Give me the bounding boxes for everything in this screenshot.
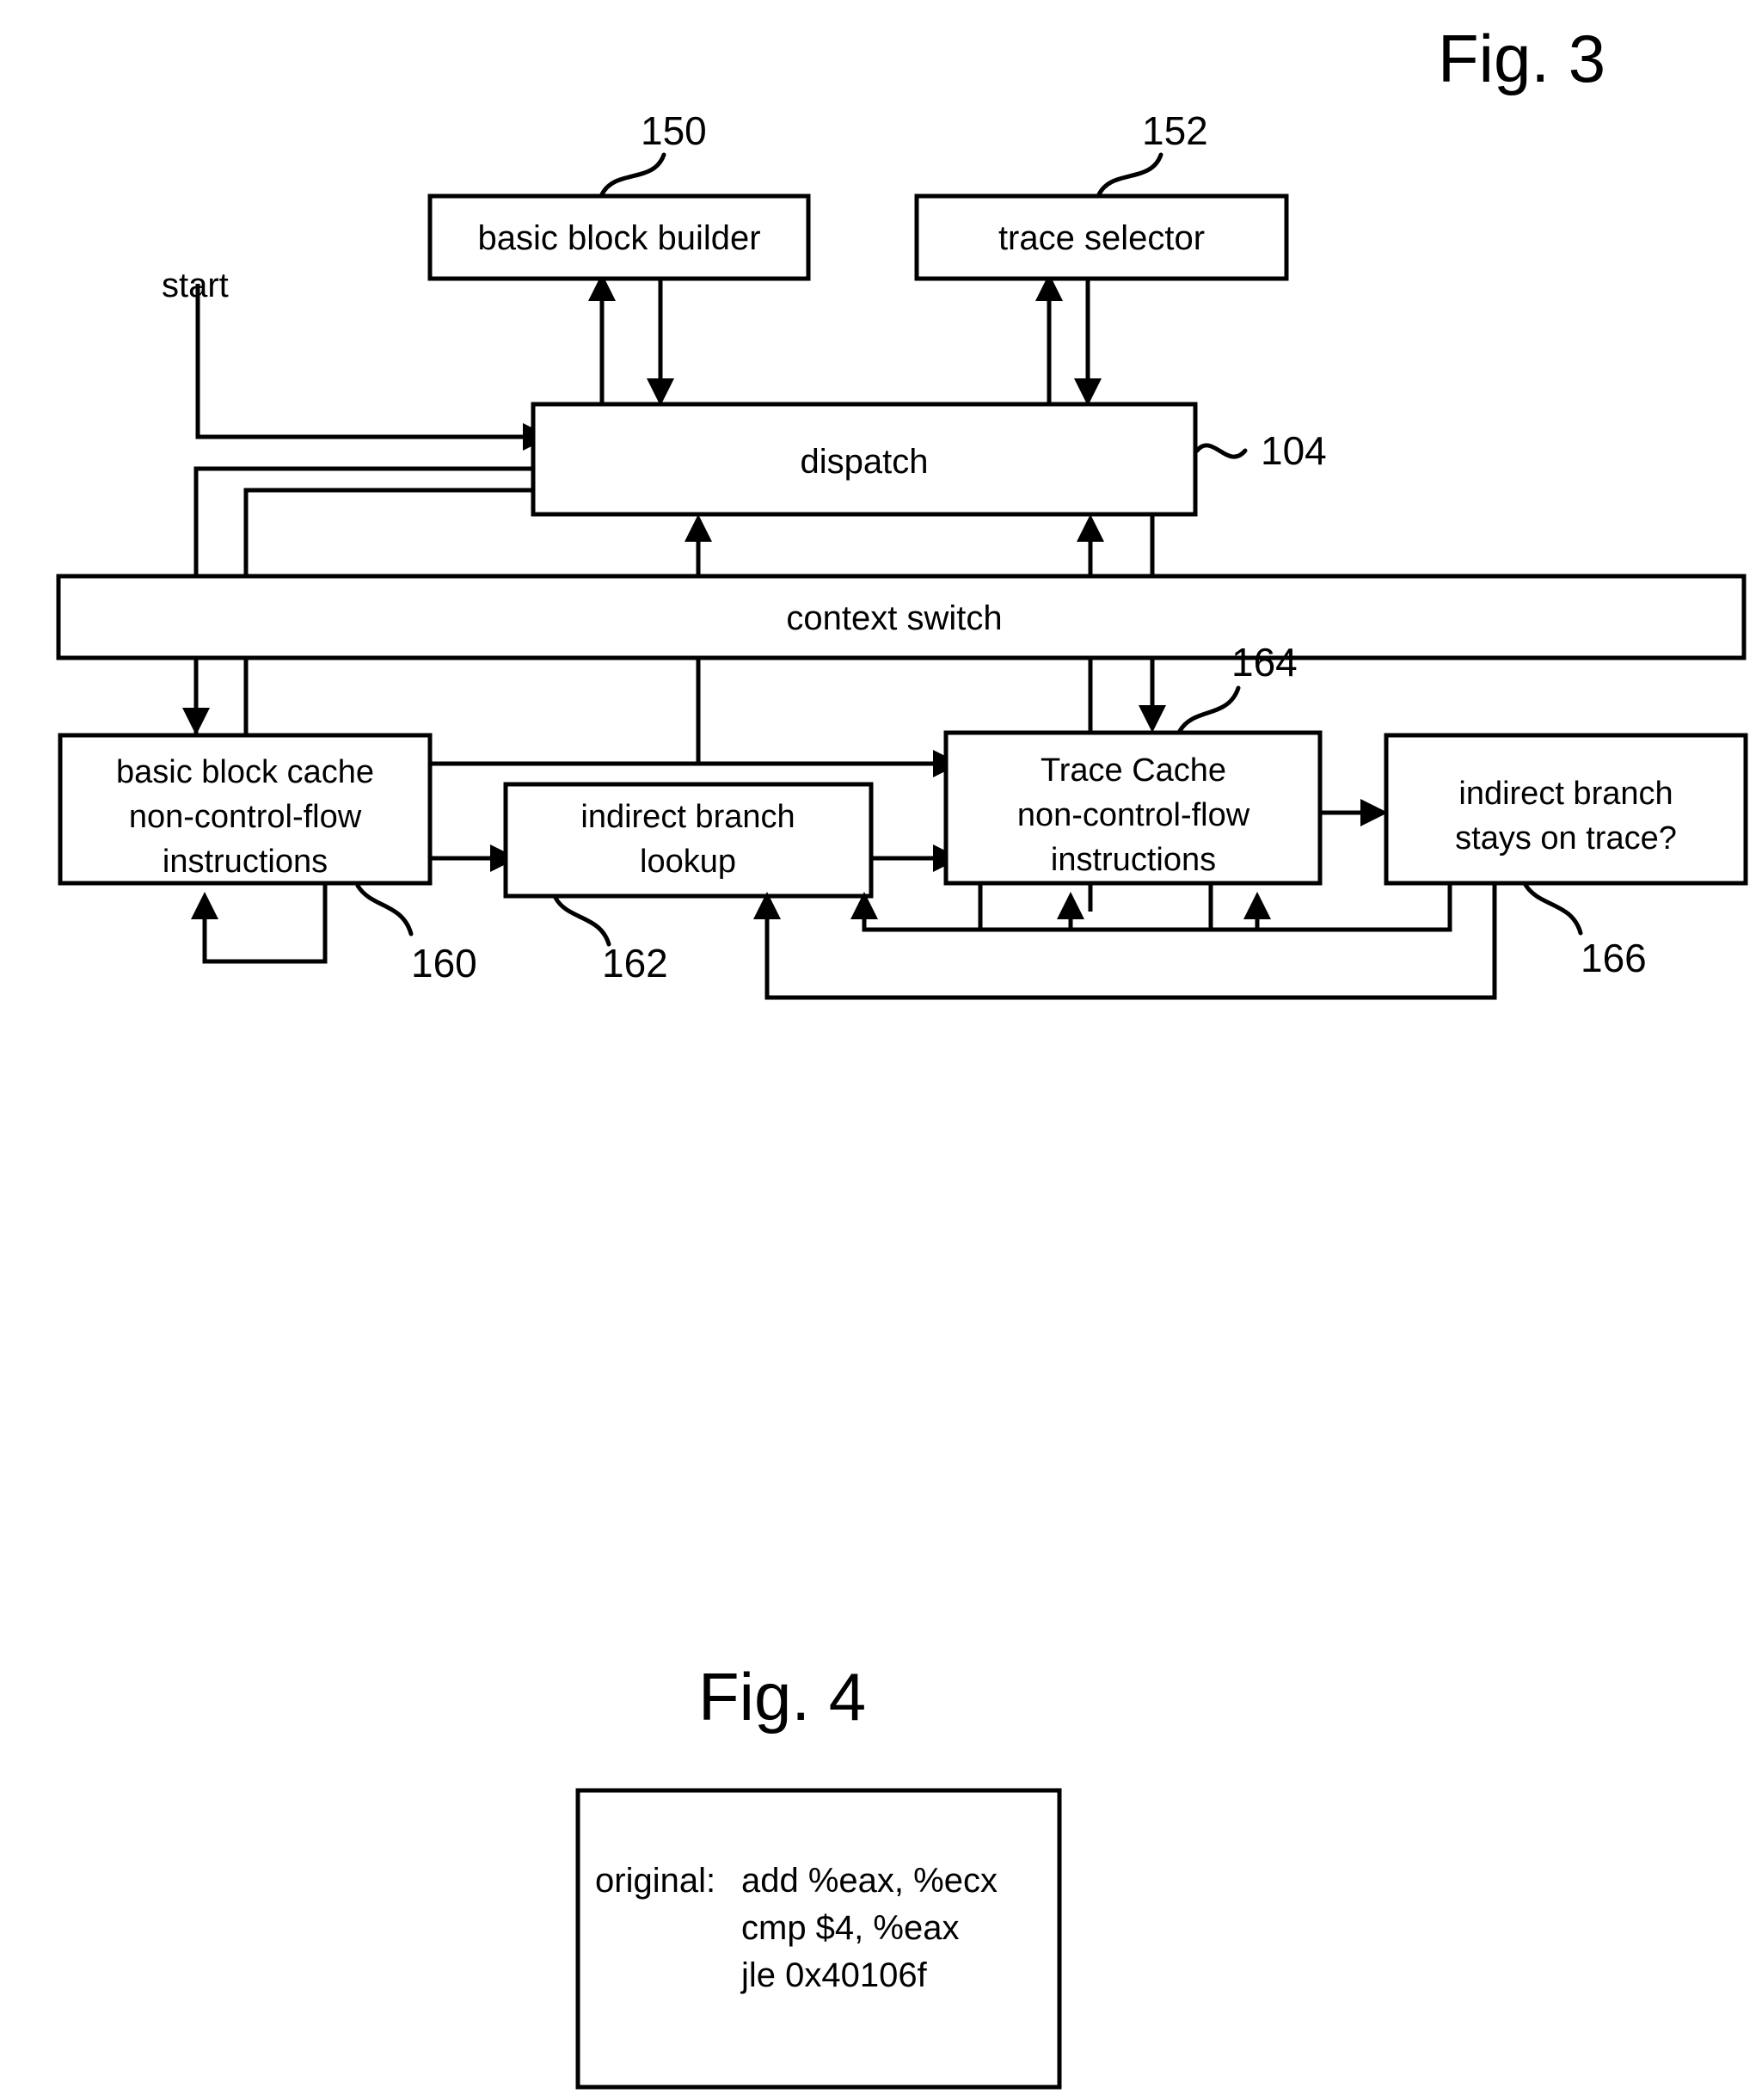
wire-start-to-dispatch <box>195 284 523 439</box>
leader-104 <box>1194 443 1248 459</box>
basic-block-cache-line2: non-control-flow <box>129 799 362 835</box>
leader-166 <box>1523 882 1583 936</box>
trace-cache-line3: instructions <box>1051 842 1216 878</box>
leader-160 <box>355 883 414 936</box>
arrowhead-bbcache-selfloop <box>191 892 218 919</box>
arrowhead-dispatch-bbcache <box>182 708 210 735</box>
arrowhead-tracecache-dispatch <box>1077 514 1104 542</box>
dispatch-label: dispatch <box>801 443 929 481</box>
leader-162 <box>553 895 611 947</box>
diagram-canvas: Fig. 3 context switch basic block builde… <box>56 21 1748 2090</box>
indirect-branch-lookup-line1: indirect branch <box>580 799 795 835</box>
ref-150: 150 <box>641 108 707 153</box>
ref-162: 162 <box>602 941 668 986</box>
basic-block-cache-line3: instructions <box>163 844 328 880</box>
fig4-title: Fig. 4 <box>698 1659 866 1735</box>
arrowhead-tracecache-stays <box>1360 799 1388 826</box>
arrowhead-lookup-dispatch <box>685 514 712 542</box>
wire-tracecache-loop1 <box>978 883 1073 932</box>
leader-150 <box>599 152 666 197</box>
arrowhead-tracecache-loop1 <box>1057 892 1084 919</box>
indirect-branch-stays-line2: stays on trace? <box>1455 820 1677 857</box>
leader-152 <box>1096 152 1163 197</box>
ref-104: 104 <box>1261 428 1327 473</box>
context-switch-label: context switch <box>786 599 1002 637</box>
trace-cache-line1: Trace Cache <box>1041 752 1226 789</box>
indirect-branch-lookup-line2: lookup <box>640 844 736 880</box>
basic-block-builder-label: basic block builder <box>477 219 760 257</box>
wire-bbcache-selfloop <box>202 883 328 964</box>
arrowhead-bbbuilder-dispatch <box>647 378 674 406</box>
indirect-branch-stays-line1: indirect branch <box>1458 776 1673 812</box>
basic-block-cache-line1: basic block cache <box>116 754 374 790</box>
start-label: start <box>162 267 229 304</box>
trace-selector-label: trace selector <box>998 219 1205 257</box>
code-line-3-text: jle 0x40106f <box>740 1956 928 1994</box>
trace-cache-line2: non-control-flow <box>1017 797 1250 833</box>
wire-stays-to-lookup-short <box>862 883 1452 932</box>
wire-stays-long-feedback <box>764 883 1497 1000</box>
arrowhead-tracecache-loop2 <box>1243 892 1271 919</box>
code-line-1-text: add %eax, %ecx <box>741 1862 998 1900</box>
arrowhead-traceselector-dispatch <box>1074 378 1102 406</box>
ref-152: 152 <box>1142 108 1208 153</box>
ref-164: 164 <box>1231 640 1298 685</box>
code-line-1-label: original: <box>595 1862 715 1900</box>
code-line-2-text: cmp $4, %eax <box>741 1909 959 1947</box>
arrowhead-dispatch-tracecache <box>1139 705 1166 733</box>
ref-160: 160 <box>411 941 477 986</box>
fig3-title: Fig. 3 <box>1438 21 1605 96</box>
patent-figure-sheet: Fig. 3 context switch basic block builde… <box>0 0 1762 2100</box>
ref-166: 166 <box>1581 936 1647 980</box>
leader-164 <box>1177 685 1241 734</box>
